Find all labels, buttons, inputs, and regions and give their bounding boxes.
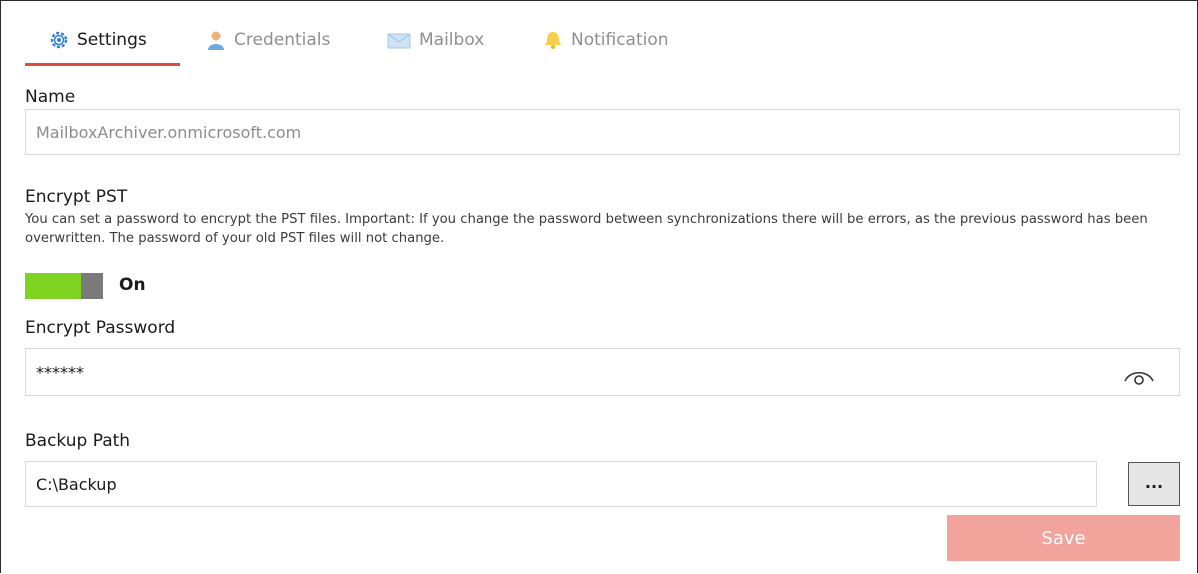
backup-path-label: Backup Path	[25, 431, 131, 451]
backup-path-input[interactable]: C:\Backup	[25, 461, 1097, 507]
tab-bar: Settings Credentials Mailbox Notificatio…	[25, 25, 725, 69]
tab-credentials[interactable]: Credentials	[206, 25, 330, 55]
encrypt-toggle[interactable]	[25, 273, 103, 299]
encrypt-pst-label: Encrypt PST	[25, 187, 128, 207]
name-label: Name	[25, 87, 76, 107]
password-value: ******	[36, 362, 84, 382]
tab-settings[interactable]: Settings	[49, 25, 147, 55]
save-button[interactable]: Save	[947, 515, 1180, 561]
browse-button[interactable]: ...	[1128, 462, 1180, 506]
encrypt-password-input[interactable]: ******	[25, 348, 1180, 396]
tab-notification-label: Notification	[571, 30, 669, 50]
encrypt-password-label: Encrypt Password	[25, 318, 176, 338]
envelope-icon	[387, 30, 411, 50]
tab-mailbox[interactable]: Mailbox	[387, 25, 484, 55]
settings-panel: Settings Credentials Mailbox Notificatio…	[0, 0, 1198, 573]
tab-settings-label: Settings	[77, 30, 147, 50]
user-icon	[206, 30, 226, 50]
backup-path-value: C:\Backup	[36, 474, 117, 494]
name-field: MailboxArchiver.onmicrosoft.com	[25, 109, 1180, 155]
toggle-knob	[81, 273, 103, 299]
eye-icon[interactable]	[1122, 365, 1156, 385]
name-value: MailboxArchiver.onmicrosoft.com	[36, 122, 302, 142]
encrypt-description: You can set a password to encrypt the PS…	[25, 212, 1148, 246]
toggle-state-label: On	[119, 275, 146, 295]
tab-notification[interactable]: Notification	[543, 25, 669, 55]
gear-icon	[49, 30, 69, 50]
toggle-track-on	[25, 273, 81, 299]
bell-icon	[543, 30, 563, 50]
tab-credentials-label: Credentials	[234, 30, 331, 50]
active-tab-indicator	[25, 63, 180, 66]
tab-mailbox-label: Mailbox	[419, 30, 485, 50]
